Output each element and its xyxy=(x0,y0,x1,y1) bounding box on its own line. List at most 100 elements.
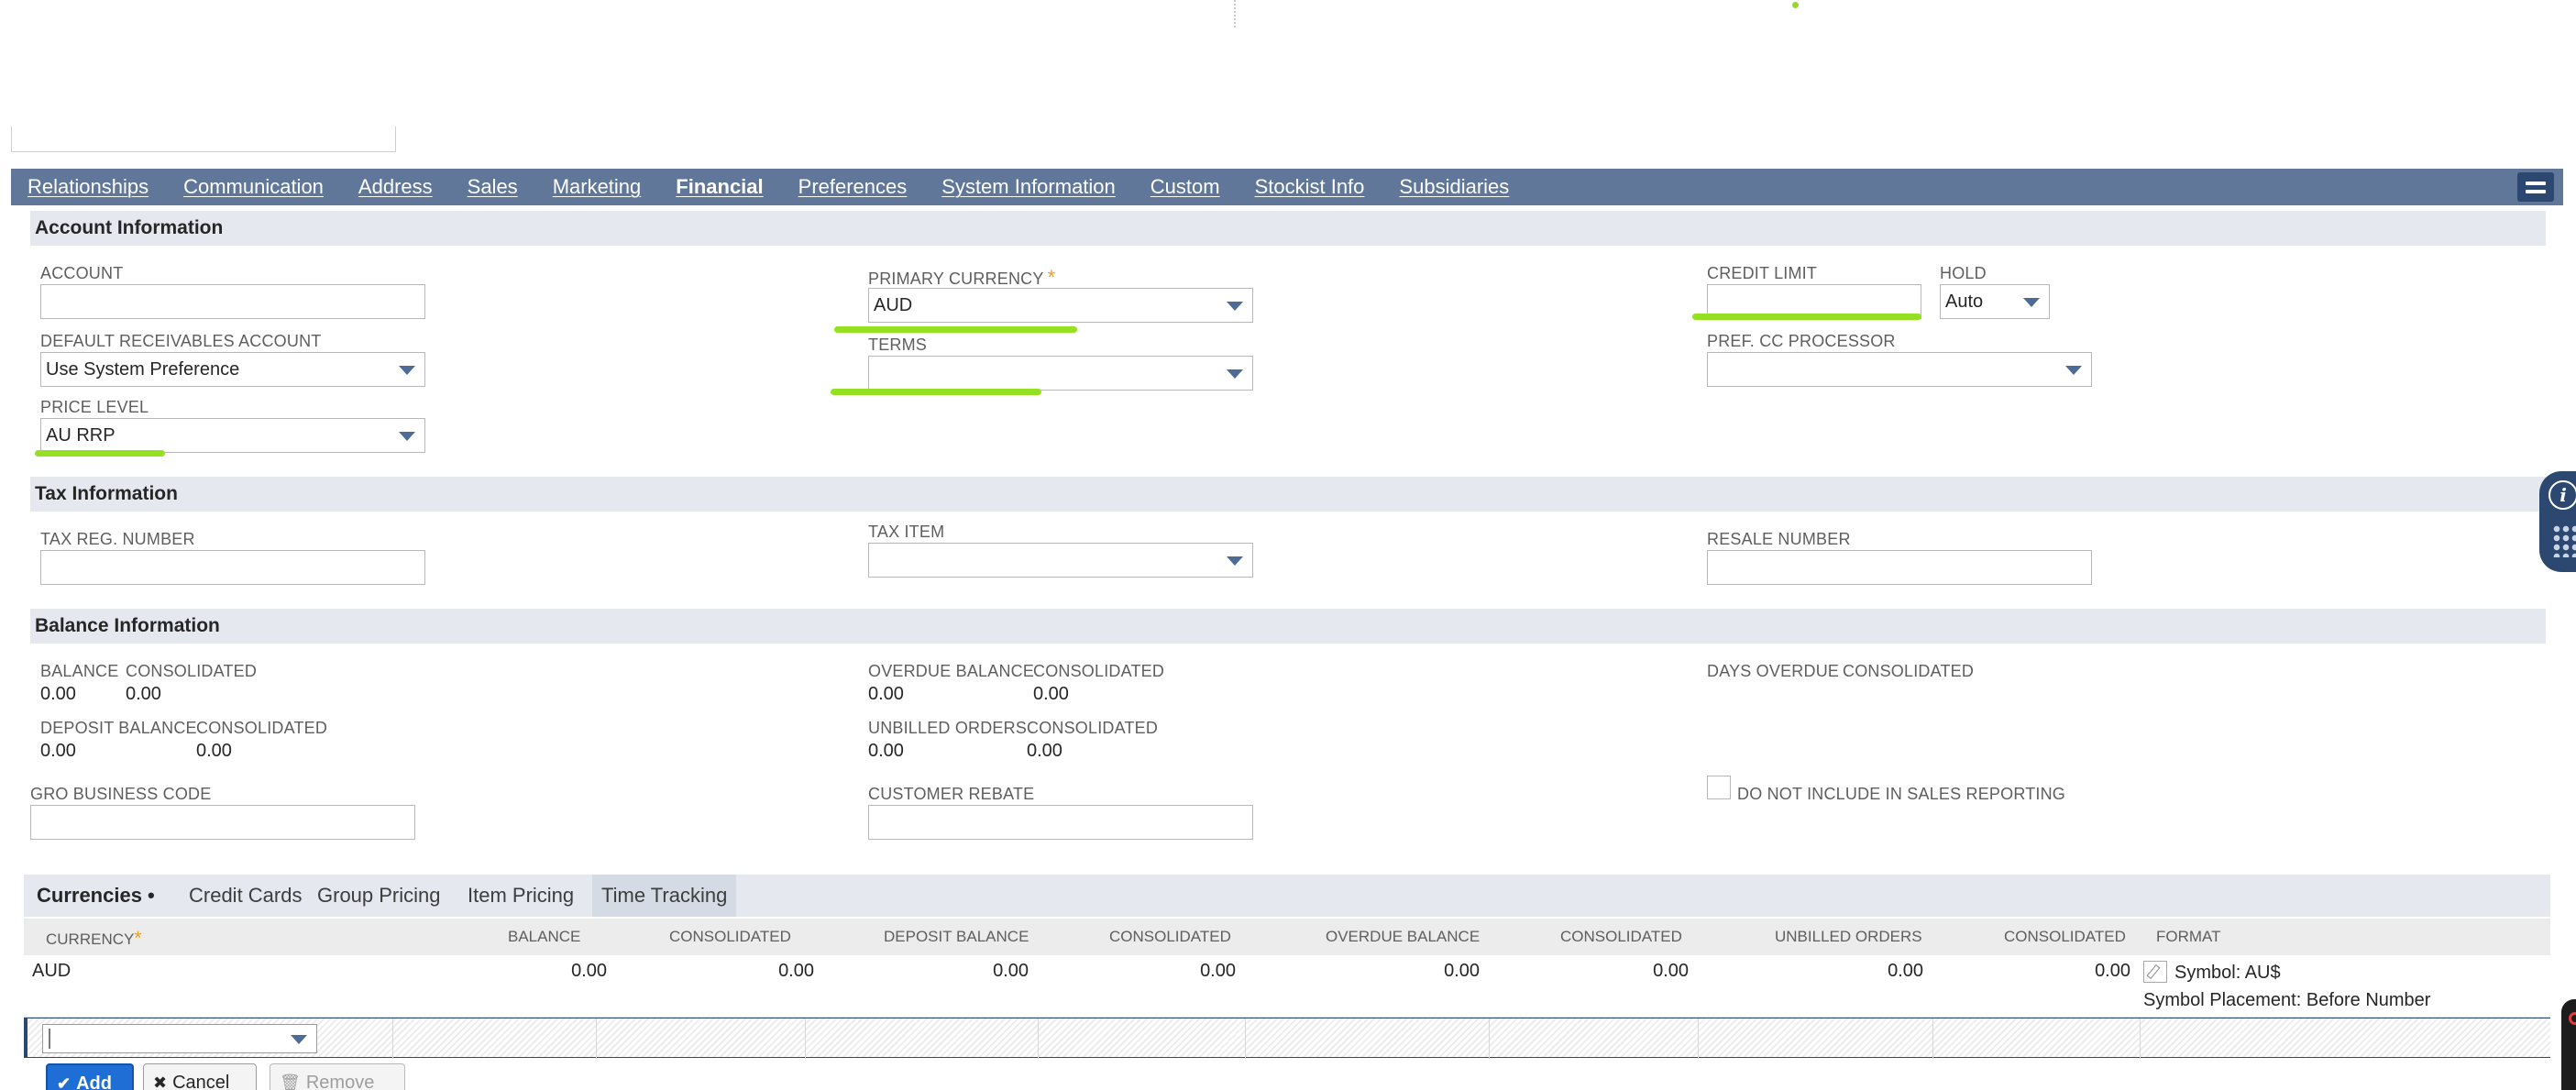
cancel-button[interactable]: ✖ Cancel xyxy=(143,1063,257,1090)
chevron-down-icon xyxy=(1227,302,1243,311)
sublist-tab-bar: Currencies • Credit Cards Group Pricing … xyxy=(24,875,2550,917)
tab-subsidiaries[interactable]: Subsidiaries xyxy=(1399,175,1509,199)
subtab-time-tracking[interactable]: Time Tracking xyxy=(592,875,737,917)
column-divider xyxy=(1038,1018,1039,1059)
info-icon: i xyxy=(2548,480,2576,510)
hold-value: Auto xyxy=(1945,292,1984,312)
side-help-widget[interactable]: i xyxy=(2539,471,2576,572)
tab-custom[interactable]: Custom xyxy=(1150,175,1220,199)
layout-toggle-button[interactable] xyxy=(2517,172,2554,202)
cell-deposit-consolidated: 0.00 xyxy=(1200,961,1236,981)
terms-select[interactable] xyxy=(868,356,1253,391)
terms-label: TERMS xyxy=(868,336,927,354)
tab-system-information[interactable]: System Information xyxy=(941,175,1116,199)
required-marker: * xyxy=(1047,266,1056,289)
edit-icon[interactable] xyxy=(2143,961,2167,983)
unbilled-orders-label: UNBILLED ORDERS xyxy=(868,719,1028,737)
pref-cc-processor-label: PREF. CC PROCESSOR xyxy=(1707,332,1896,350)
customer-rebate-label: CUSTOMER REBATE xyxy=(868,785,1035,803)
section-tax-information: Tax Information xyxy=(30,477,2546,512)
section-account-information: Account Information xyxy=(30,211,2546,246)
overdue-consolidated-label: CONSOLIDATED xyxy=(1033,662,1165,680)
column-divider xyxy=(596,1018,597,1059)
table-row[interactable]: AUD 0.00 0.00 0.00 0.00 0.00 0.00 0.00 0… xyxy=(24,955,2550,1018)
currency-select[interactable] xyxy=(42,1024,317,1053)
tab-financial[interactable]: Financial xyxy=(676,175,763,199)
subtab-item-pricing[interactable]: Item Pricing xyxy=(458,875,583,917)
column-header: CONSOLIDATED xyxy=(2004,928,2126,945)
chevron-down-icon xyxy=(2023,298,2040,307)
price-level-select[interactable]: AU RRP xyxy=(40,418,425,453)
tax-item-select[interactable] xyxy=(868,543,1253,578)
column-divider xyxy=(1932,1018,1933,1059)
tab-sales[interactable]: Sales xyxy=(468,175,518,199)
cell-unbilled-orders: 0.00 xyxy=(1888,961,1923,981)
tax-reg-number-label: TAX REG. NUMBER xyxy=(40,530,195,548)
remove-button[interactable]: 🗑 Remove xyxy=(270,1063,405,1090)
gro-business-code-label: GRO BUSINESS CODE xyxy=(30,785,212,803)
column-header: CONSOLIDATED xyxy=(1109,928,1231,945)
overdue-balance-value: 0.00 xyxy=(868,684,904,704)
subtab-currencies[interactable]: Currencies • xyxy=(28,875,164,917)
highlight-marker xyxy=(1692,314,1921,320)
price-level-label: PRICE LEVEL xyxy=(40,398,149,416)
add-button[interactable]: ✔ Add xyxy=(46,1063,134,1090)
pref-cc-processor-select[interactable] xyxy=(1707,352,2092,387)
column-divider xyxy=(392,1018,393,1059)
credit-limit-label: CREDIT LIMIT xyxy=(1707,264,1818,282)
cell-currency: AUD xyxy=(32,961,72,981)
list-icon xyxy=(2526,181,2546,185)
column-header: OVERDUE BALANCE xyxy=(1326,928,1481,945)
hold-label: HOLD xyxy=(1940,264,1987,282)
unbilled-orders-value: 0.00 xyxy=(868,741,904,761)
tab-stockist-info[interactable]: Stockist Info xyxy=(1255,175,1365,199)
subtab-group-pricing[interactable]: Group Pricing xyxy=(308,875,450,917)
account-input[interactable] xyxy=(40,284,425,319)
tab-address[interactable]: Address xyxy=(358,175,433,199)
tab-relationships[interactable]: Relationships xyxy=(28,175,149,199)
chevron-down-icon xyxy=(399,432,415,441)
header-input-box[interactable] xyxy=(11,127,396,152)
column-divider xyxy=(2140,1018,2141,1059)
tab-preferences[interactable]: Preferences xyxy=(798,175,908,199)
cell-overdue-balance: 0.00 xyxy=(1444,961,1480,981)
chevron-down-icon xyxy=(1227,369,1243,379)
cell-format-placement: Symbol Placement: Before Number xyxy=(2143,990,2431,1010)
deposit-balance-label: DEPOSIT BALANCE xyxy=(40,719,197,737)
resale-number-input[interactable] xyxy=(1707,550,2092,585)
default-receivables-select[interactable]: Use System Preference xyxy=(40,352,425,387)
balance-label: BALANCE xyxy=(40,662,119,680)
column-header: CONSOLIDATED xyxy=(669,928,791,945)
cell-balance-consolidated: 0.00 xyxy=(778,961,814,981)
cell-balance: 0.00 xyxy=(571,961,607,981)
overdue-balance-label: OVERDUE BALANCE xyxy=(868,662,1035,680)
cell-unbilled-consolidated: 0.00 xyxy=(2095,961,2130,981)
do-not-include-checkbox[interactable] xyxy=(1707,776,1731,799)
tax-reg-number-input[interactable] xyxy=(40,550,425,585)
editable-row[interactable] xyxy=(24,1018,2550,1059)
balance-value: 0.00 xyxy=(40,684,76,704)
hold-select[interactable]: Auto xyxy=(1940,284,2050,319)
column-header: UNBILLED ORDERS xyxy=(1775,928,1922,945)
chevron-down-icon xyxy=(399,366,415,375)
subtab-bar: Relationships Communication Address Sale… xyxy=(11,169,2563,205)
do-not-include-label: DO NOT INCLUDE IN SALES REPORTING xyxy=(1737,785,2066,803)
highlight-marker xyxy=(831,389,1041,395)
check-icon: ✔ xyxy=(57,1074,72,1090)
gro-business-code-input[interactable] xyxy=(30,805,415,840)
column-header: BALANCE xyxy=(508,928,581,945)
column-header: FORMAT xyxy=(2156,928,2221,945)
days-overdue-label: DAYS OVERDUE xyxy=(1707,662,1840,680)
tab-communication[interactable]: Communication xyxy=(183,175,324,199)
overdue-consolidated-value: 0.00 xyxy=(1033,684,1069,704)
column-divider xyxy=(1489,1018,1490,1059)
customer-rebate-input[interactable] xyxy=(868,805,1253,840)
currency-grid-header: CURRENCY* BALANCE CONSOLIDATED DEPOSIT B… xyxy=(24,919,2550,955)
subtab-credit-cards[interactable]: Credit Cards xyxy=(180,875,311,917)
corner-widget[interactable] xyxy=(2561,999,2576,1090)
resale-number-label: RESALE NUMBER xyxy=(1707,530,1851,548)
tab-marketing[interactable]: Marketing xyxy=(553,175,642,199)
header-artifact xyxy=(1234,0,1237,28)
primary-currency-select[interactable]: AUD xyxy=(868,288,1253,323)
text-cursor xyxy=(49,1029,50,1049)
